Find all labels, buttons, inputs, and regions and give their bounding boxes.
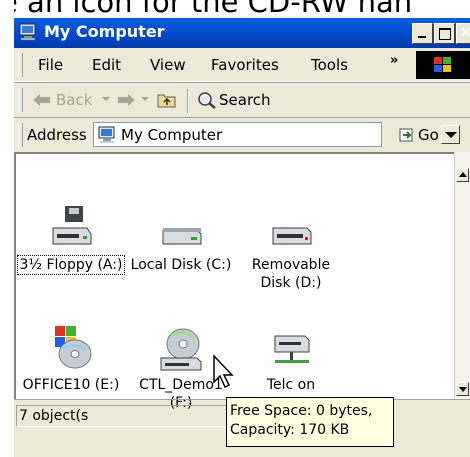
drive-label: 3½ Floppy (A:) (16, 255, 126, 275)
minimize-button[interactable] (412, 23, 433, 44)
menu-favorites[interactable]: Favorites (211, 56, 279, 74)
drive-label: Removable Disk (D:) (251, 257, 331, 291)
address-input[interactable]: My Computer (93, 122, 460, 147)
address-bar: Address My Computer Go (14, 117, 470, 152)
my-computer-icon (19, 23, 36, 41)
cd-drive-office-icon (55, 326, 92, 369)
menu-file[interactable]: File (38, 56, 63, 74)
address-value: My Computer (121, 126, 223, 144)
minimize-icon (418, 36, 426, 38)
menu-grip[interactable] (18, 53, 23, 77)
menu-bar: File Edit View Favorites Tools » (14, 49, 470, 82)
drive-label: Local Disk (C:) (130, 257, 232, 273)
instruction-caption: e an icon for the CD-RW han (0, 0, 413, 18)
back-button[interactable]: Back (56, 91, 92, 109)
menu-tools[interactable]: Tools (311, 56, 348, 74)
chevron-down-icon (459, 387, 467, 392)
drive-info-tooltip: Free Space: 0 bytes, Capacity: 170 KB (226, 397, 394, 447)
windows-logo (416, 51, 470, 79)
address-grip[interactable] (18, 123, 23, 147)
cd-drive-icon (160, 328, 202, 371)
close-button[interactable]: ✕ (456, 23, 470, 44)
drive-label: Telc on (266, 377, 316, 393)
drive-item-e[interactable]: OFFICE10 (E:) (16, 324, 126, 394)
back-arrow-icon (33, 94, 50, 106)
window-title: My Computer (44, 22, 165, 41)
search-button[interactable]: Search (219, 91, 271, 109)
scroll-up-button[interactable] (456, 168, 469, 182)
maximize-button[interactable] (434, 23, 455, 44)
forward-arrow-icon[interactable] (116, 92, 136, 108)
drive-item-c[interactable]: Local Disk (C:) (126, 204, 236, 274)
drive-item-network[interactable]: Telc on (236, 324, 346, 394)
drive-item-a[interactable]: 3½ Floppy (A:) (16, 204, 126, 275)
floppy-drive-icon (52, 206, 92, 245)
my-computer-window: My Computer ✕ File Edit View Favorites T… (14, 18, 470, 457)
status-text: 7 object(s (16, 405, 236, 427)
maximize-icon (439, 28, 451, 40)
chevron-down-icon (445, 132, 457, 138)
tooltip-capacity: Capacity: 170 KB (230, 422, 350, 438)
menu-edit[interactable]: Edit (92, 56, 121, 74)
chevron-up-icon (459, 172, 467, 177)
forward-dropdown-icon[interactable] (141, 97, 149, 101)
desktop-edge (0, 0, 14, 457)
back-dropdown-icon[interactable] (102, 97, 110, 101)
menu-view[interactable]: View (150, 56, 186, 74)
address-label: Address (27, 126, 87, 144)
address-dropdown-button[interactable] (441, 125, 460, 144)
windows-flag-icon (434, 57, 451, 72)
toolbar-grip[interactable] (18, 88, 23, 112)
standard-toolbar: Back Search (14, 82, 470, 117)
scroll-down-button[interactable] (456, 382, 469, 396)
mouse-cursor-icon (213, 354, 234, 389)
go-button[interactable]: Go (418, 126, 439, 144)
drive-item-d[interactable]: Removable Disk (D:) (236, 204, 346, 292)
my-computer-small-icon (98, 126, 115, 143)
go-arrow-icon[interactable] (398, 126, 416, 144)
search-icon (198, 92, 216, 109)
hard-disk-icon (162, 228, 202, 245)
toolbar-separator (187, 89, 189, 113)
up-folder-icon[interactable] (157, 91, 177, 109)
network-drive-icon (274, 335, 310, 363)
vertical-scrollbar[interactable] (454, 152, 470, 399)
removable-disk-icon (272, 227, 312, 245)
menu-overflow-chevron[interactable]: » (390, 53, 398, 68)
title-bar[interactable]: My Computer ✕ (14, 18, 470, 48)
drive-label: OFFICE10 (E:) (22, 377, 120, 393)
close-icon: ✕ (460, 25, 470, 41)
tooltip-free-space: Free Space: 0 bytes, (230, 403, 373, 419)
